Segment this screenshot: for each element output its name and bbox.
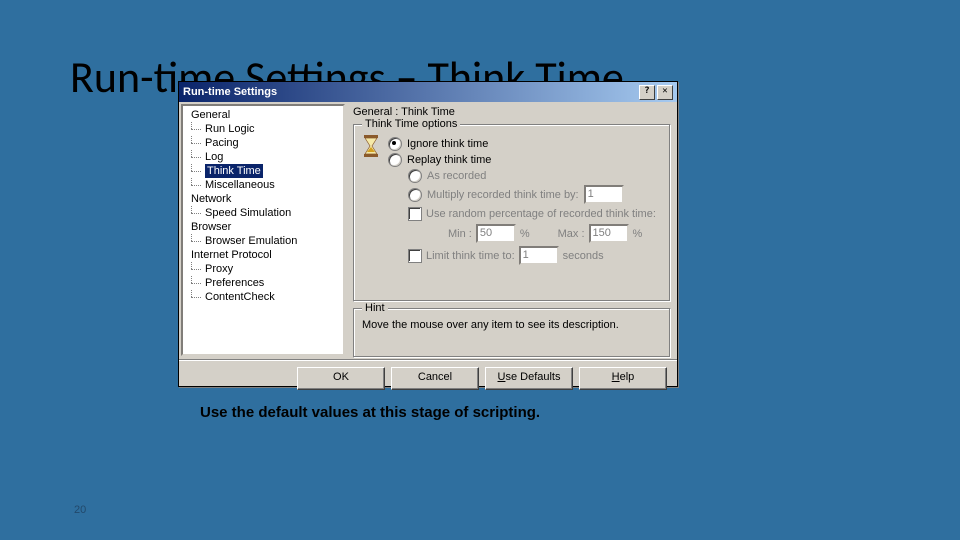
pct-label: % [633,228,643,240]
chk-limit[interactable]: Limit think time to: 1 seconds [408,246,662,265]
checkbox-label: Use random percentage of recorded think … [426,208,656,220]
hourglass-icon [362,135,380,157]
tree-think-time[interactable]: Think Time [183,164,343,178]
pct-label: % [520,228,530,240]
hint-group: Hint Move the mouse over any item to see… [353,308,671,358]
radio-icon [388,153,402,167]
cancel-button[interactable]: Cancel [391,367,479,390]
checkbox-icon [408,249,422,263]
runtime-settings-dialog: Run-time Settings ? ✕ General Run Logic … [178,81,678,387]
slide-number: 20 [74,504,86,516]
radio-label: As recorded [427,170,486,182]
tree-speed-simulation[interactable]: Speed Simulation [183,206,343,220]
checkbox-icon [408,207,422,221]
multiply-field[interactable]: 1 [584,185,624,204]
tree-preferences[interactable]: Preferences [183,276,343,290]
radio-label: Multiply recorded think time by: [427,189,579,201]
tree-browser-emulation[interactable]: Browser Emulation [183,234,343,248]
radio-icon [408,188,422,202]
random-range-row: Min : 50 % Max : 150 % [448,224,662,243]
hint-text: Move the mouse over any item to see its … [362,319,619,331]
tree-miscellaneous[interactable]: Miscellaneous [183,178,343,192]
radio-label: Replay think time [407,154,491,166]
seconds-label: seconds [563,250,604,262]
max-field[interactable]: 150 [589,224,629,243]
tree-network[interactable]: Network [183,192,343,206]
use-defaults-button[interactable]: Use Defaults [485,367,573,390]
radio-as-recorded[interactable]: As recorded [408,169,662,183]
tree-browser[interactable]: Browser [183,220,343,234]
radio-label: Ignore think time [407,138,488,150]
tree-run-logic[interactable]: Run Logic [183,122,343,136]
dialog-button-row: OK Cancel Use Defaults Help [179,360,677,390]
tree-proxy[interactable]: Proxy [183,262,343,276]
titlebar[interactable]: Run-time Settings ? ✕ [179,82,677,102]
ok-button[interactable]: OK [297,367,385,390]
help-button[interactable]: Help [579,367,667,390]
limit-field[interactable]: 1 [519,246,559,265]
help-icon[interactable]: ? [639,85,655,100]
groupbox-title: Think Time options [362,118,460,130]
dialog-title: Run-time Settings [183,86,277,98]
radio-icon [408,169,422,183]
tree-internet-protocol[interactable]: Internet Protocol [183,248,343,262]
panel-title: General : Think Time [353,106,671,118]
min-field[interactable]: 50 [476,224,516,243]
radio-ignore-think-time[interactable]: Ignore think time [388,137,662,151]
settings-panel: General : Think Time Think Time options … [347,102,677,358]
hint-title: Hint [362,302,388,314]
radio-replay-think-time[interactable]: Replay think time [388,153,662,167]
settings-tree[interactable]: General Run Logic Pacing Log Think Time … [181,104,345,356]
max-label: Max : [558,228,585,240]
slide-caption: Use the default values at this stage of … [200,404,540,421]
think-time-options-group: Think Time options Ignore think time Rep… [353,124,671,302]
tree-general[interactable]: General [183,108,343,122]
close-icon[interactable]: ✕ [657,85,673,100]
chk-use-random[interactable]: Use random percentage of recorded think … [408,207,662,221]
min-label: Min : [448,228,472,240]
tree-pacing[interactable]: Pacing [183,136,343,150]
checkbox-label: Limit think time to: [426,250,515,262]
radio-icon [388,137,402,151]
tree-log[interactable]: Log [183,150,343,164]
radio-multiply[interactable]: Multiply recorded think time by: 1 [408,185,662,204]
tree-content-check[interactable]: ContentCheck [183,290,343,304]
